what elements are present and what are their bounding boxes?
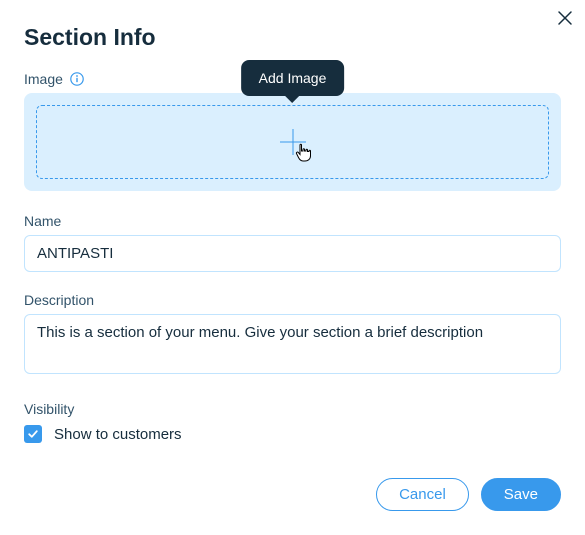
show-to-customers-checkbox[interactable] — [24, 425, 42, 443]
plus-icon — [280, 129, 306, 155]
visibility-label: Visibility — [24, 401, 561, 417]
description-label: Description — [24, 292, 561, 308]
section-info-modal: Section Info Image Add Image Name Descri… — [0, 0, 585, 535]
image-upload-area — [24, 93, 561, 191]
modal-title: Section Info — [24, 24, 561, 51]
cancel-button[interactable]: Cancel — [376, 478, 469, 511]
info-icon[interactable] — [69, 71, 85, 87]
modal-footer-buttons: Cancel Save — [376, 478, 561, 511]
show-to-customers-label: Show to customers — [54, 426, 182, 443]
add-image-tooltip: Add Image — [241, 60, 345, 96]
image-label: Image — [24, 71, 63, 87]
add-image-dropzone[interactable] — [36, 105, 549, 179]
save-button[interactable]: Save — [481, 478, 561, 511]
close-icon[interactable] — [557, 10, 573, 31]
description-input[interactable] — [24, 314, 561, 374]
name-label: Name — [24, 213, 561, 229]
visibility-row: Show to customers — [24, 425, 561, 443]
name-input[interactable] — [24, 235, 561, 272]
